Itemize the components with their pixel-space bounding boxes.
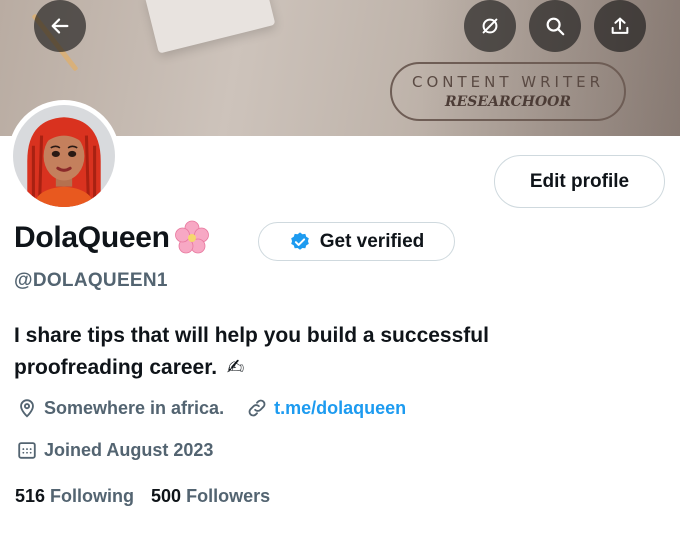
cherry-blossom-icon [174, 220, 209, 254]
banner-tag-line1: CONTENT WRITER [411, 73, 605, 91]
calendar-icon [18, 442, 36, 459]
followers-label: Followers [186, 486, 271, 506]
followers-count: 500 [151, 486, 182, 506]
following-count: 516 [15, 486, 46, 506]
eye-slash-icon [482, 18, 498, 34]
joined-date: Joined August 2023 [44, 439, 214, 460]
following-label: Following [50, 486, 135, 506]
verified-badge-icon [290, 231, 309, 250]
display-name: DolaQueen [14, 221, 170, 254]
hide-content-button[interactable] [464, 0, 516, 52]
arrow-left-icon [51, 18, 69, 34]
banner-content-tag: CONTENT WRITER RESEARCHOOR [390, 62, 626, 121]
profile-link[interactable]: t.me/dolaqueen [246, 397, 406, 419]
share-button[interactable] [594, 0, 646, 52]
banner-tag-line2: RESEARCHOOR [445, 94, 571, 110]
get-verified-label: Get verified [319, 230, 425, 252]
name-row: DolaQueen [14, 218, 212, 258]
bio-text: I share tips that will help you build a … [14, 324, 489, 379]
location-text: Somewhere in africa. [44, 397, 225, 418]
get-verified-button[interactable]: Get verified [258, 222, 455, 261]
edit-profile-button[interactable]: Edit profile [494, 155, 665, 208]
following-link[interactable]: 516 Following [15, 486, 134, 507]
share-icon [611, 17, 629, 34]
profile-meta-location-row: Somewhere in africa. t.me/dolaqueen [16, 397, 406, 419]
profile-meta-joined-row: Joined August 2023 [16, 439, 213, 461]
location-pin-icon [20, 399, 34, 418]
search-icon [546, 17, 565, 36]
follow-stats: 516 Following 500 Followers [15, 486, 287, 507]
link-text[interactable]: t.me/dolaqueen [274, 398, 406, 419]
profile-bio: I share tips that will help you build a … [14, 320, 574, 384]
avatar-image [13, 105, 115, 207]
user-handle: @DOLAQUEEN1 [14, 270, 168, 291]
back-button[interactable] [34, 0, 86, 52]
search-button[interactable] [529, 0, 581, 52]
profile-avatar[interactable] [8, 100, 120, 212]
link-icon [248, 399, 266, 417]
banner-paper-decoration [144, 0, 276, 54]
writing-hand-emoji: ✍ [226, 356, 245, 379]
followers-link[interactable]: 500 Followers [151, 486, 270, 507]
